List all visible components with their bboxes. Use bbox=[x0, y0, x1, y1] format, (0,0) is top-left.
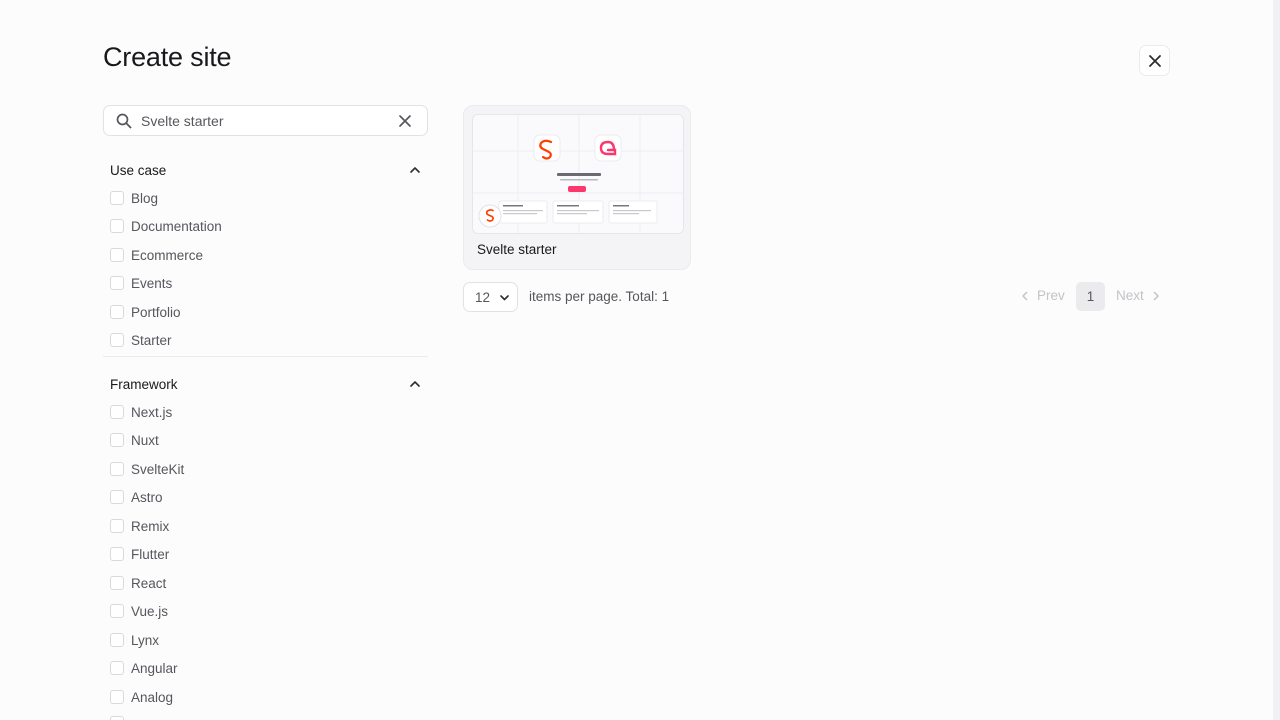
items-per-page-select[interactable]: 12 bbox=[463, 282, 518, 312]
checkbox[interactable] bbox=[110, 305, 124, 319]
items-per-page-value: 12 bbox=[475, 289, 491, 305]
filter-option-flutter[interactable]: Flutter bbox=[110, 544, 169, 564]
filter-option-angular[interactable]: Angular bbox=[110, 658, 178, 678]
framework-section-header[interactable]: Framework bbox=[110, 374, 422, 394]
checkbox[interactable] bbox=[110, 191, 124, 205]
use-case-heading: Use case bbox=[110, 162, 167, 178]
close-icon bbox=[1148, 54, 1161, 67]
filter-option-label: Lynx bbox=[131, 632, 160, 648]
filter-option-label: Documentation bbox=[131, 218, 222, 234]
filter-option-astro[interactable]: Astro bbox=[110, 487, 163, 507]
filter-option-label: Astro bbox=[131, 489, 163, 505]
page-number-button[interactable]: 1 bbox=[1076, 282, 1105, 311]
filter-option-events[interactable]: Events bbox=[110, 273, 172, 293]
template-card[interactable]: Svelte starter bbox=[463, 105, 691, 270]
filter-option-lynx[interactable]: Lynx bbox=[110, 630, 159, 650]
chevron-down-icon bbox=[500, 295, 509, 301]
close-button[interactable] bbox=[1139, 45, 1170, 76]
checkbox[interactable] bbox=[110, 333, 124, 347]
search-field bbox=[103, 105, 428, 136]
template-preview-image bbox=[473, 115, 683, 233]
checkbox[interactable] bbox=[110, 661, 124, 675]
filter-option-portfolio[interactable]: Portfolio bbox=[110, 302, 181, 322]
clear-search-icon[interactable] bbox=[397, 113, 413, 129]
checkbox[interactable] bbox=[110, 547, 124, 561]
filter-option-label: SvelteKit bbox=[131, 461, 185, 477]
filter-option-label: Vue.js bbox=[131, 603, 169, 619]
chevron-up-icon bbox=[410, 167, 420, 173]
checkbox[interactable] bbox=[110, 462, 124, 476]
scrollbar[interactable] bbox=[1273, 0, 1280, 720]
filter-option-label: Angular bbox=[131, 660, 178, 676]
search-input[interactable] bbox=[141, 111, 391, 131]
filter-option-remix[interactable]: Remix bbox=[110, 516, 169, 536]
filter-option-analog[interactable]: Analog bbox=[110, 687, 173, 707]
filter-option-label: Portfolio bbox=[131, 304, 181, 320]
filter-option-starter[interactable]: Starter bbox=[110, 330, 172, 350]
checkbox[interactable] bbox=[110, 716, 124, 720]
chevron-up-icon bbox=[410, 381, 420, 387]
filter-option-ecommerce[interactable]: Ecommerce bbox=[110, 245, 203, 265]
filter-option-label: Ecommerce bbox=[131, 247, 204, 263]
filter-option-nuxt[interactable]: Nuxt bbox=[110, 430, 159, 450]
checkbox[interactable] bbox=[110, 576, 124, 590]
filter-option-label: Nuxt bbox=[131, 432, 159, 448]
filter-option-label: Events bbox=[131, 275, 173, 291]
filter-option-label: Analog bbox=[131, 689, 174, 705]
filter-option-documentation[interactable]: Documentation bbox=[110, 216, 222, 236]
checkbox[interactable] bbox=[110, 248, 124, 262]
filter-option-label: Next.js bbox=[131, 404, 173, 420]
checkbox[interactable] bbox=[110, 276, 124, 290]
filter-option-label: Flutter bbox=[131, 546, 170, 562]
checkbox[interactable] bbox=[110, 433, 124, 447]
filter-option-label: Remix bbox=[131, 518, 170, 534]
search-icon bbox=[116, 113, 132, 129]
checkbox[interactable] bbox=[110, 633, 124, 647]
filter-option-sveltekit[interactable]: SvelteKit bbox=[110, 459, 184, 479]
checkbox[interactable] bbox=[110, 604, 124, 618]
next-page-label: Next bbox=[1116, 288, 1144, 303]
filter-option-vuejs[interactable]: Vue.js bbox=[110, 601, 168, 621]
filter-option-nextjs[interactable]: Next.js bbox=[110, 402, 172, 422]
filter-option-blog[interactable]: Blog bbox=[110, 188, 158, 208]
prev-page-button[interactable]: Prev bbox=[1019, 288, 1065, 303]
chevron-left-icon bbox=[1022, 291, 1028, 300]
template-thumbnail bbox=[472, 114, 684, 234]
framework-heading: Framework bbox=[110, 376, 178, 392]
checkbox[interactable] bbox=[110, 219, 124, 233]
template-card-title: Svelte starter bbox=[477, 242, 557, 257]
checkbox[interactable] bbox=[110, 490, 124, 504]
checkbox[interactable] bbox=[110, 519, 124, 533]
filter-option-partial[interactable] bbox=[110, 713, 131, 720]
checkbox[interactable] bbox=[110, 405, 124, 419]
use-case-section-header[interactable]: Use case bbox=[110, 160, 422, 180]
filter-option-react[interactable]: React bbox=[110, 573, 166, 593]
page-title: Create site bbox=[103, 42, 232, 72]
next-page-button[interactable]: Next bbox=[1116, 288, 1162, 303]
chevron-right-icon bbox=[1153, 291, 1159, 300]
pagination-info: items per page. Total: 1 bbox=[529, 289, 670, 304]
filter-option-label: Starter bbox=[131, 332, 172, 348]
filter-option-label: React bbox=[131, 575, 167, 591]
prev-page-label: Prev bbox=[1037, 288, 1065, 303]
filter-option-label: Blog bbox=[131, 190, 159, 206]
section-divider bbox=[103, 356, 428, 357]
checkbox[interactable] bbox=[110, 690, 124, 704]
